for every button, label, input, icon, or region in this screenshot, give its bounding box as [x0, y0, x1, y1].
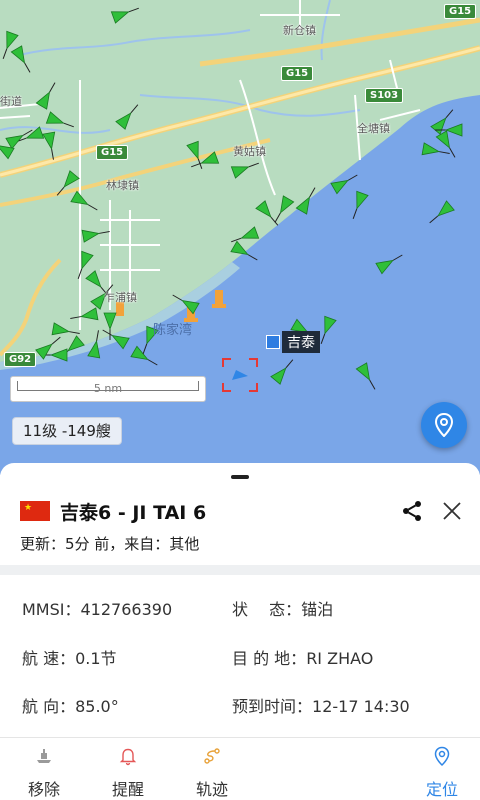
ship-marker[interactable] [435, 130, 460, 160]
ship-marker[interactable] [110, 3, 140, 24]
nav-label-locate: 定位 [425, 780, 458, 799]
road-shield: G15 [281, 66, 314, 81]
destination-row: 目 的 地：RI ZHAO [232, 645, 373, 669]
remove-ship-button[interactable]: 移除 [4, 738, 84, 800]
section-divider [0, 565, 480, 575]
share-button[interactable] [400, 499, 424, 523]
place-label: 全塘镇 [357, 122, 390, 135]
track-icon [204, 748, 220, 764]
ship-marker[interactable] [10, 45, 35, 75]
road-shield: S103 [365, 88, 404, 103]
share-icon [403, 501, 421, 521]
ship-marker[interactable] [255, 200, 283, 229]
eta-value: 12-17 14:30 [312, 697, 410, 716]
track-button[interactable]: 轨迹 [172, 738, 252, 800]
ship-marker[interactable] [295, 185, 320, 215]
ship-marker[interactable] [115, 101, 143, 130]
mmsi-value: 412766390 [80, 600, 173, 619]
mmsi-row: MMSI：412766390 [22, 596, 172, 620]
destination-label: 目 的 地： [232, 649, 307, 668]
course-value: 85.0° [75, 697, 119, 716]
bottom-action-bar: 移除 提醒 轨迹 定位 [0, 737, 480, 800]
place-label: 黄姑镇 [233, 145, 266, 158]
ship-title-row: ★ 吉泰6 - JI TAI 6 [20, 499, 464, 524]
speed-row: 航 速：0.1节 [22, 645, 117, 669]
ship-tag-name: 吉泰 [282, 331, 320, 353]
ship-marker[interactable] [0, 30, 19, 60]
place-label: 新仓镇 [283, 24, 316, 37]
road-shield: G15 [444, 4, 477, 19]
place-label: 乍浦镇 [104, 291, 137, 304]
ship-marker[interactable] [170, 290, 200, 315]
ship-marker[interactable] [270, 356, 298, 385]
ship-marker[interactable] [42, 131, 60, 161]
bell-icon [119, 748, 137, 766]
sea-area-label: 陈家湾 [153, 323, 193, 338]
location-pin-icon [434, 413, 454, 437]
ship-marker[interactable] [69, 307, 99, 325]
scale-label: 5 nm [93, 382, 123, 395]
status-row: 状 态：锚泊 [232, 596, 333, 620]
status-label: 状 态： [232, 600, 302, 619]
ship-marker[interactable] [330, 170, 360, 195]
nav-label-remove: 移除 [27, 780, 60, 799]
eta-label: 预到时间： [232, 697, 313, 716]
china-flag-icon: ★ [20, 501, 50, 521]
ship-marker[interactable] [375, 250, 405, 275]
road-shield: G92 [4, 352, 37, 367]
ship-marker[interactable] [87, 329, 105, 359]
place-label: 街道 [0, 95, 22, 108]
destination-value: RI ZHAO [306, 649, 374, 668]
eta-row: 预到时间：12-17 14:30 [232, 693, 410, 717]
ship-marker[interactable] [230, 158, 260, 179]
speed-value: 0.1节 [75, 649, 117, 668]
ship-marker[interactable] [81, 226, 111, 243]
ship-marker[interactable] [229, 226, 260, 248]
ship-tag-marker [266, 335, 280, 349]
nav-label-alert: 提醒 [111, 780, 144, 799]
ship-marker[interactable] [426, 200, 455, 228]
mmsi-label: MMSI： [22, 600, 81, 619]
scale-bar: 5 nm [10, 376, 206, 402]
ship-info-sheet: ★ 吉泰6 - JI TAI 6 更新：5分 前，来自：其他 MMSI：4127… [0, 463, 480, 800]
ship-markers-layer[interactable] [0, 0, 480, 475]
locate-button[interactable] [421, 402, 467, 448]
ship-marker[interactable] [35, 80, 60, 110]
sheet-drag-handle[interactable] [231, 475, 249, 479]
locate-tab-button[interactable]: 定位 [402, 738, 480, 800]
place-label: 林埭镇 [106, 179, 139, 192]
ship-marker[interactable] [270, 195, 295, 225]
speed-label: 航 速： [22, 649, 76, 668]
ship-marker[interactable] [230, 240, 260, 265]
ship-marker[interactable] [189, 151, 220, 173]
ship-marker[interactable] [186, 140, 208, 170]
ship-marker[interactable] [100, 325, 130, 350]
zoom-level-chip: 11级 -149艘 [12, 417, 122, 445]
location-pin-icon [434, 746, 450, 766]
update-info: 更新：5分 前，来自：其他 [20, 535, 200, 553]
ship-marker[interactable] [45, 111, 75, 133]
course-label: 航 向： [22, 697, 76, 716]
selected-ship-tag[interactable]: 吉泰 [266, 331, 320, 353]
ship-marker[interactable] [355, 362, 380, 392]
alert-button[interactable]: 提醒 [88, 738, 168, 800]
map-view[interactable]: 新仓镇街道黄姑镇 全塘镇林埭镇乍浦镇 G15 G15 S103 G15 G92 陈家湾 吉… [0, 0, 480, 475]
ship-title: 吉泰6 - JI TAI 6 [60, 501, 207, 524]
ship-marker[interactable] [348, 190, 369, 220]
selected-ship-target[interactable] [222, 358, 258, 392]
road-shield: G15 [96, 145, 129, 160]
course-row: 航 向：85.0° [22, 693, 119, 717]
remove-ship-icon [37, 749, 51, 763]
nav-label-track: 轨迹 [195, 780, 228, 799]
ship-marker[interactable] [70, 190, 100, 215]
close-icon [443, 502, 461, 520]
ship-marker[interactable] [130, 345, 160, 370]
status-value: 锚泊 [301, 600, 334, 619]
close-button[interactable] [440, 499, 464, 523]
